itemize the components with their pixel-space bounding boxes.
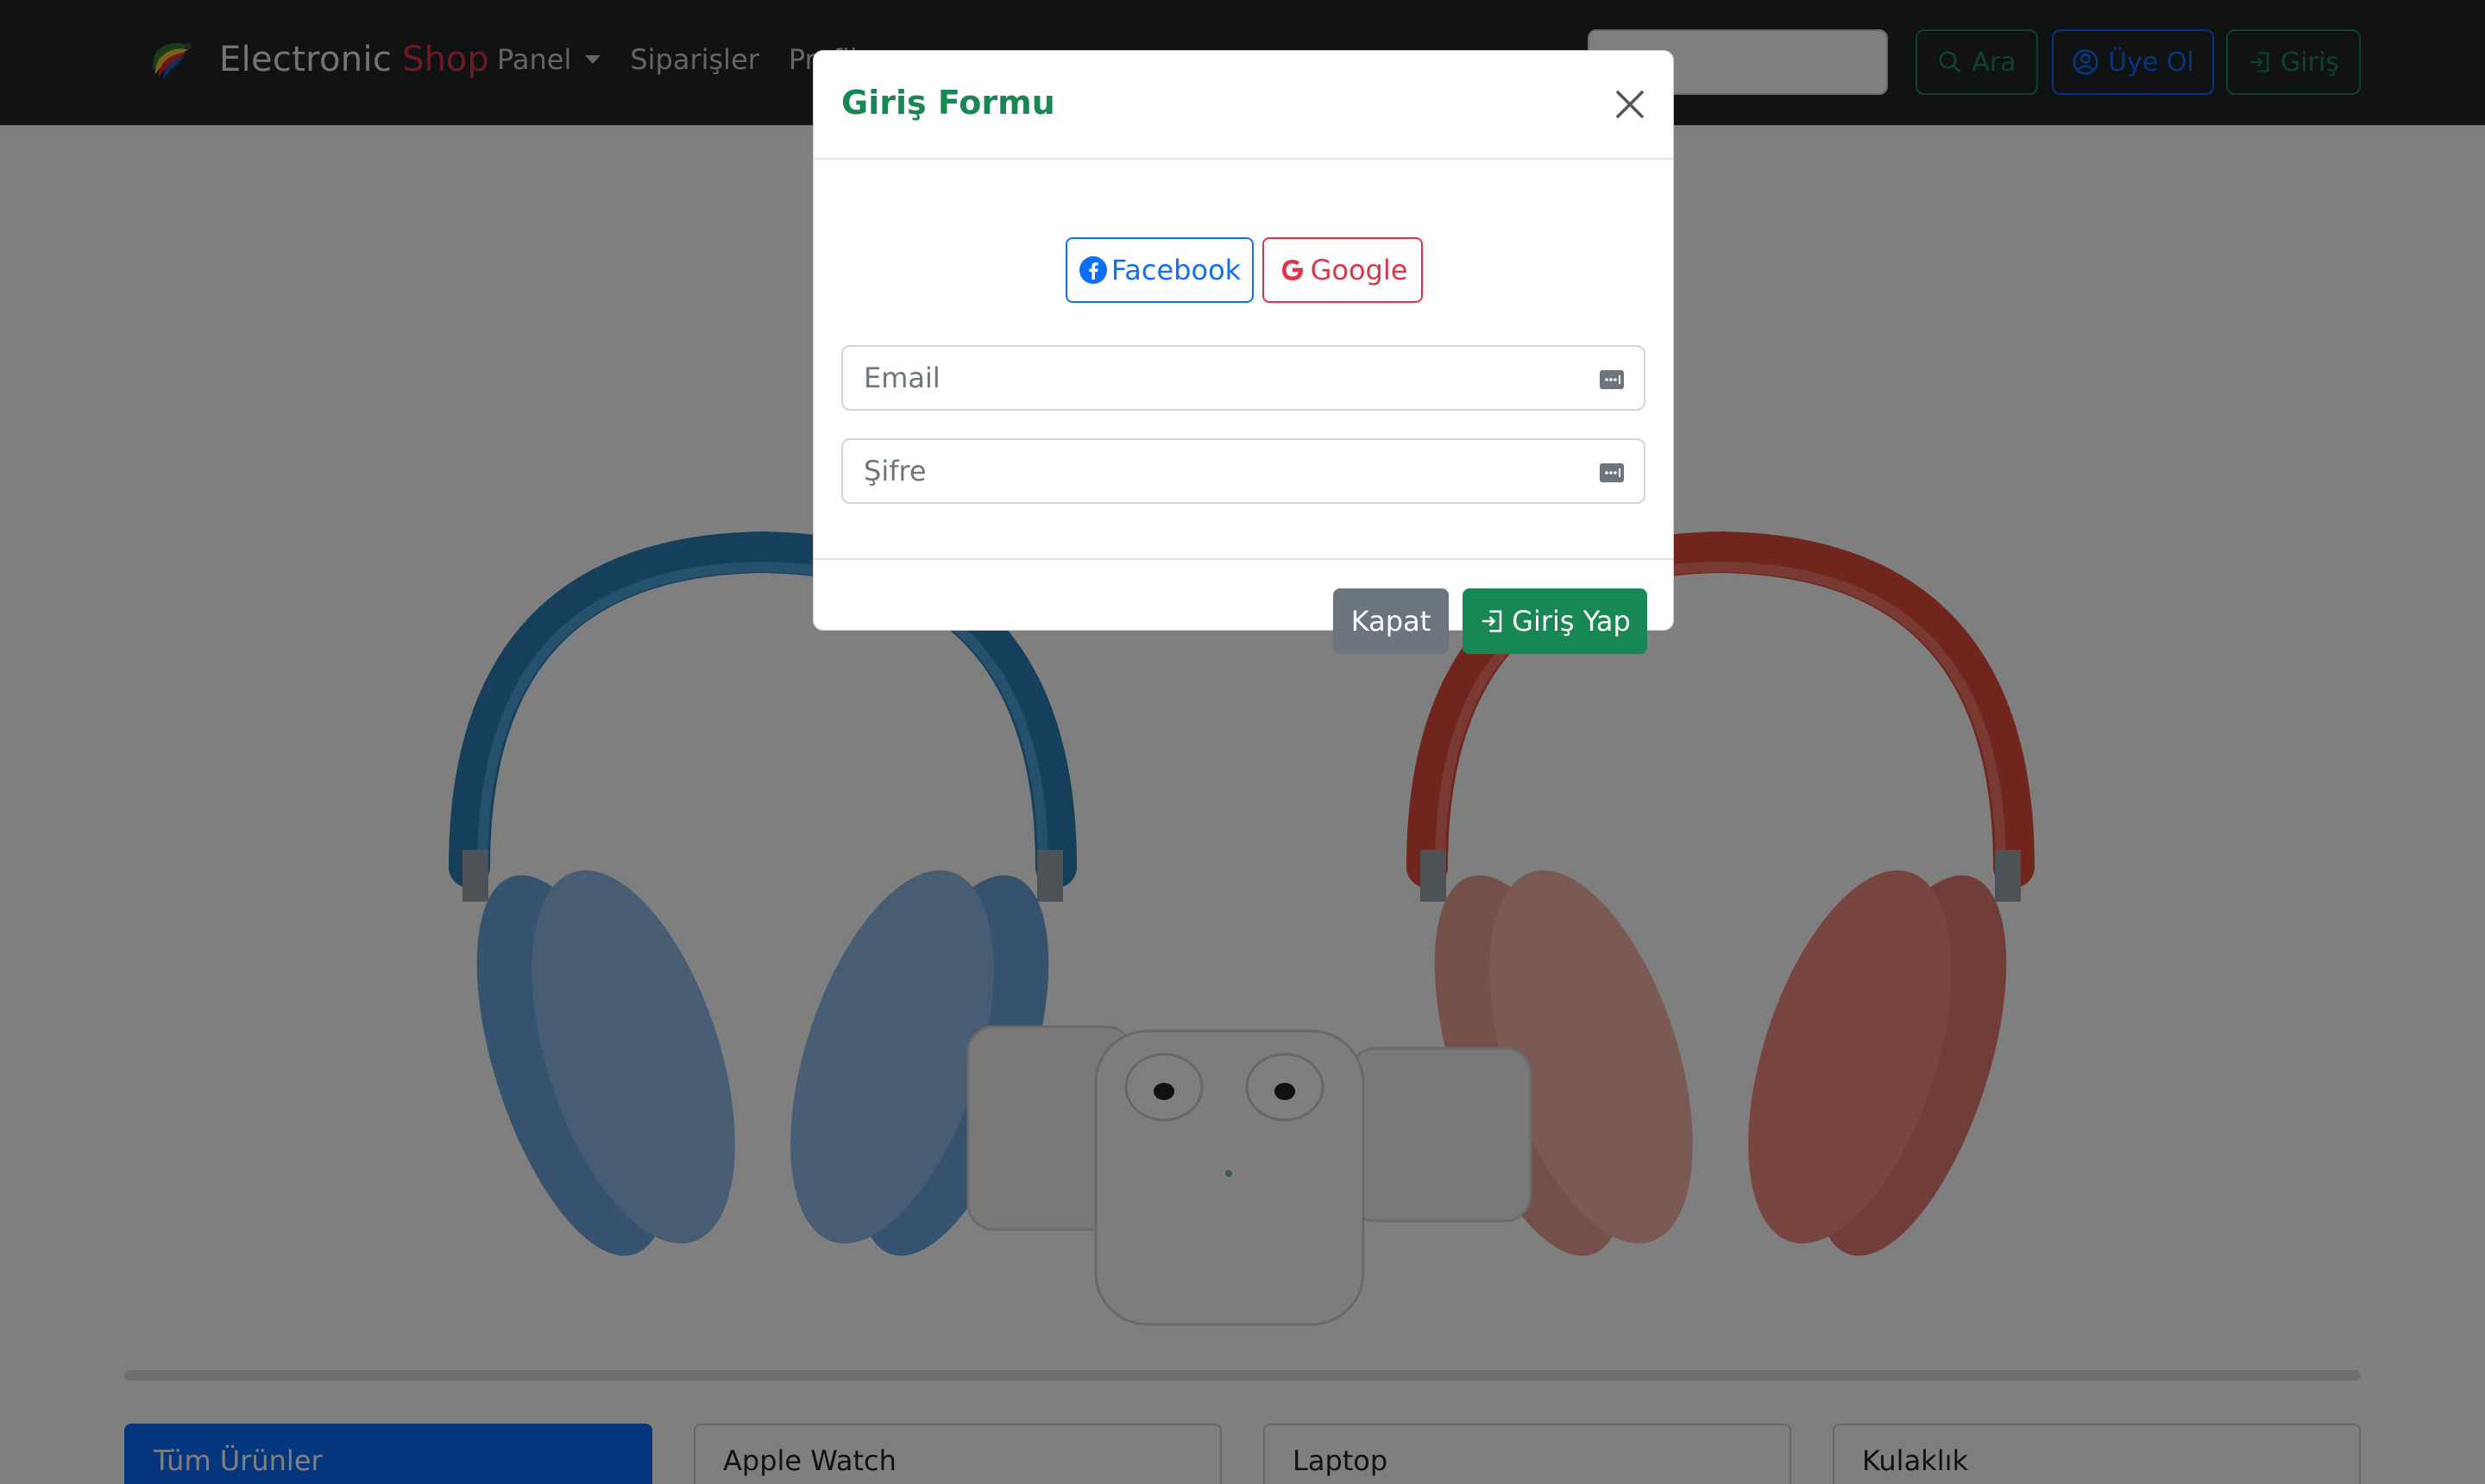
modal-footer: Kapat Giriş Yap [814,558,1673,654]
close-modal-button[interactable]: Kapat [1333,588,1449,654]
password-manager-icon [1600,370,1624,389]
close-icon [1616,91,1644,118]
submit-login-label: Giriş Yap [1512,605,1631,638]
password-manager-icon [1600,463,1624,482]
facebook-login-label: Facebook [1110,254,1242,286]
login-modal: Giriş Formu Facebook Google Kapat Giriş … [813,50,1674,654]
submit-login-button[interactable]: Giriş Yap [1463,588,1647,654]
google-login-label: Google [1310,254,1408,286]
sign-in-icon [1482,610,1502,632]
modal-title: Giriş Formu [841,84,1055,122]
google-login-button[interactable]: Google [1262,237,1423,303]
modal-body: Facebook Google [814,160,1673,558]
facebook-icon [1079,256,1107,284]
facebook-login-button[interactable]: Facebook [1066,237,1254,303]
google-icon [1281,260,1303,280]
email-field[interactable] [841,345,1645,411]
close-button[interactable] [1609,84,1651,125]
password-field[interactable] [841,438,1645,504]
modal-header: Giriş Formu [814,51,1673,160]
